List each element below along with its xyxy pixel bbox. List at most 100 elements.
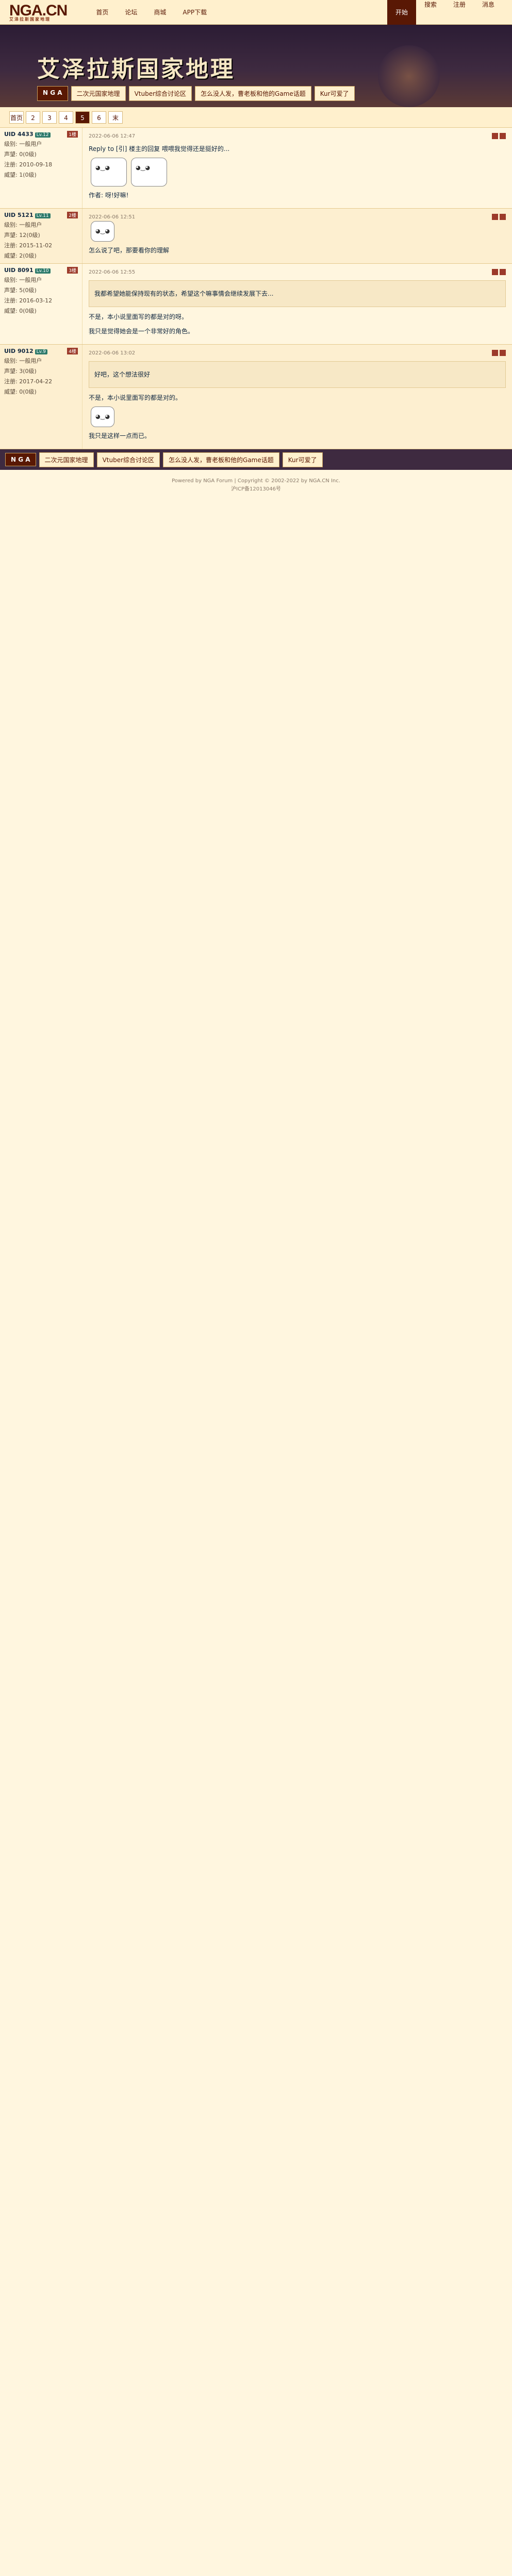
- post-time: 2022-06-06 13:02: [89, 350, 136, 356]
- post-content: 2022-06-06 12:51 怎么说了吧，那要看你的理解: [82, 209, 512, 263]
- user-id[interactable]: UID 4433: [4, 131, 34, 138]
- user-rep: 声望: 0(0级): [4, 151, 37, 158]
- tab-nga[interactable]: N G A: [5, 453, 36, 466]
- quote-icon[interactable]: [500, 269, 506, 275]
- user-id[interactable]: UID 5121: [4, 212, 34, 218]
- user-money: 威望: 0(0级): [4, 308, 37, 314]
- page-bottom: [0, 501, 512, 2053]
- page-first[interactable]: 首页: [9, 111, 24, 124]
- banner-tabs: N G A 二次元国家地理 Vtuber综合讨论区 怎么没人发，曹老板和他的Ga…: [37, 86, 355, 101]
- user-rep: 声望: 5(0级): [4, 287, 37, 294]
- tab-vtuber[interactable]: Vtuber综合讨论区: [96, 452, 160, 467]
- post-text: Reply to [引] 楼主的回复 喂喂我觉得还是挺好的...: [89, 145, 230, 152]
- post-text: 不是，本小说里面写的都是对的。: [89, 394, 182, 401]
- site-logo[interactable]: NGA.CN 艾泽拉斯国家地理: [9, 2, 68, 22]
- floor-badge: 2楼: [67, 212, 78, 218]
- nav-start[interactable]: 开始: [387, 0, 416, 25]
- sticker-icon: [91, 406, 114, 427]
- user-reg: 注册: 2015-11-02: [4, 242, 53, 249]
- user-rep: 声望: 12(0级): [4, 232, 40, 239]
- tab-nga[interactable]: N G A: [37, 86, 68, 101]
- post-text: 作者: 呀!好嘛!: [89, 192, 129, 199]
- page-5[interactable]: 5: [75, 111, 90, 124]
- user-money: 威望: 2(0级): [4, 252, 37, 259]
- user-level: 级别: 一般用户: [4, 141, 42, 147]
- reply-icon[interactable]: [492, 214, 498, 220]
- floor-badge: 4楼: [67, 348, 78, 354]
- reply-icon[interactable]: [492, 350, 498, 356]
- post-time: 2022-06-06 12:47: [89, 133, 136, 139]
- nav-shop[interactable]: 商城: [145, 8, 174, 16]
- post-user: UID 9012 Lv.9 4楼 级别: 一般用户 声望: 3(0级) 注册: 20…: [0, 345, 82, 449]
- copyright-line: Powered by NGA Forum | Copyright © 2002-…: [172, 478, 340, 484]
- tab-game[interactable]: 怎么没人发，曹老板和他的Game话题: [195, 86, 311, 101]
- quote-icon[interactable]: [500, 214, 506, 220]
- post: UID 9012 Lv.9 4楼 级别: 一般用户 声望: 3(0级) 注册: 20…: [0, 345, 512, 449]
- nav-search[interactable]: 搜索: [416, 0, 445, 25]
- reply-icon[interactable]: [492, 269, 498, 275]
- post: UID 4433 Lv.12 1楼 级别: 一般用户 声望: 0(0级) 注册: 2…: [0, 128, 512, 209]
- tab-game[interactable]: 怎么没人发，曹老板和他的Game话题: [163, 452, 279, 467]
- banner-decoration: [378, 45, 440, 107]
- pager-top: 首页 2 3 4 5 6 末: [0, 107, 512, 128]
- quote-icon[interactable]: [500, 133, 506, 139]
- tab-anime[interactable]: 二次元国家地理: [39, 452, 94, 467]
- page-2[interactable]: 2: [26, 111, 40, 124]
- tab-kur[interactable]: Kur可爱了: [314, 86, 355, 101]
- forum-banner: 艾泽拉斯国家地理 N G A 二次元国家地理 Vtuber综合讨论区 怎么没人发…: [0, 25, 512, 107]
- post-text: 怎么说了吧，那要看你的理解: [89, 247, 170, 254]
- tab-kur[interactable]: Kur可爱了: [282, 452, 323, 467]
- post-text: 我只是这样一点而已。: [89, 432, 151, 439]
- user-level: 级别: 一般用户: [4, 222, 42, 228]
- quote-icon[interactable]: [500, 350, 506, 356]
- floor-badge: 1楼: [67, 131, 78, 138]
- user-rep: 声望: 3(0级): [4, 368, 37, 375]
- user-reg: 注册: 2016-03-12: [4, 297, 53, 304]
- post-user: UID 5121 Lv.11 2楼 级别: 一般用户 声望: 12(0级) 注册: …: [0, 209, 82, 263]
- post-content: 2022-06-06 13:02 好吧，这个想法很好 不是，本小说里面写的都是对…: [82, 345, 512, 449]
- sticker-icon: [91, 221, 114, 242]
- user-id[interactable]: UID 8091: [4, 267, 34, 274]
- quote-block: 我都希望她能保持现有的状态，希望这个嘛事情会继续发展下去...: [89, 280, 506, 307]
- page-4[interactable]: 4: [59, 111, 73, 124]
- post: UID 5121 Lv.11 2楼 级别: 一般用户 声望: 12(0级) 注册: …: [0, 209, 512, 264]
- user-nav: 开始 搜索 注册 消息: [387, 0, 503, 25]
- nav-register[interactable]: 注册: [445, 0, 474, 25]
- post: UID 8091 Lv.10 3楼 级别: 一般用户 声望: 5(0级) 注册: 2…: [0, 264, 512, 345]
- page-6[interactable]: 6: [92, 111, 106, 124]
- page-last[interactable]: 末: [108, 111, 123, 124]
- post-time: 2022-06-06 12:51: [89, 214, 136, 220]
- top-bar: NGA.CN 艾泽拉斯国家地理 首页 论坛 商城 APP下载 开始 搜索 注册 消…: [0, 0, 512, 25]
- post-time: 2022-06-06 12:55: [89, 269, 136, 275]
- user-badge: Lv.9: [35, 349, 47, 354]
- user-money: 威望: 0(0级): [4, 388, 37, 395]
- user-badge: Lv.11: [35, 213, 51, 218]
- quote-text: 好吧，这个想法很好: [94, 371, 151, 378]
- nav-home[interactable]: 首页: [88, 8, 117, 16]
- banner-title: 艾泽拉斯国家地理: [37, 56, 235, 82]
- floor-badge: 3楼: [67, 267, 78, 274]
- nav-messages[interactable]: 消息: [474, 0, 503, 25]
- user-level: 级别: 一般用户: [4, 358, 42, 364]
- sticker-icon: [131, 158, 167, 187]
- quote-text: 我都希望她能保持现有的状态，希望这个嘛事情会继续发展下去...: [94, 290, 274, 297]
- sticker-icon: [91, 158, 127, 187]
- user-reg: 注册: 2017-04-22: [4, 378, 53, 385]
- user-money: 威望: 1(0级): [4, 172, 37, 178]
- user-level: 级别: 一般用户: [4, 277, 42, 283]
- tab-vtuber[interactable]: Vtuber综合讨论区: [128, 86, 192, 101]
- tab-anime[interactable]: 二次元国家地理: [71, 86, 126, 101]
- main-nav: 首页 论坛 商城 APP下载: [88, 8, 215, 16]
- page-3[interactable]: 3: [42, 111, 57, 124]
- user-badge: Lv.10: [35, 268, 51, 274]
- post-text: 我只是觉得她会是一个非常好的角色。: [89, 328, 194, 335]
- post-user: UID 4433 Lv.12 1楼 级别: 一般用户 声望: 0(0级) 注册: 2…: [0, 128, 82, 208]
- nav-app[interactable]: APP下载: [174, 8, 215, 16]
- post-text: 不是，本小说里面写的都是对的呀。: [89, 313, 188, 320]
- nav-forum[interactable]: 论坛: [117, 8, 145, 16]
- quote-block: 好吧，这个想法很好: [89, 361, 506, 388]
- user-id[interactable]: UID 9012: [4, 348, 34, 354]
- post-user: UID 8091 Lv.10 3楼 级别: 一般用户 声望: 5(0级) 注册: 2…: [0, 264, 82, 344]
- reply-icon[interactable]: [492, 133, 498, 139]
- footer-tabs: N G A 二次元国家地理 Vtuber综合讨论区 怎么没人发，曹老板和他的Ga…: [0, 449, 512, 470]
